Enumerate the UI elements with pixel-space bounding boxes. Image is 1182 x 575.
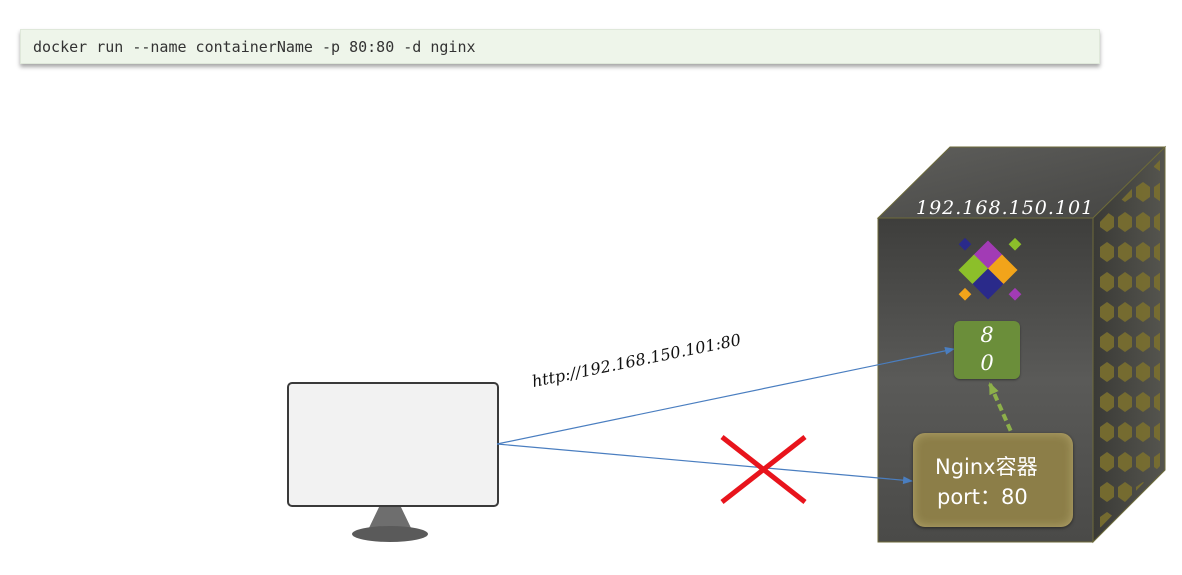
red-x-icon <box>720 435 807 504</box>
container-port-label: port：80 <box>937 485 1028 509</box>
request-arrow-to-container <box>496 443 913 485</box>
server-vent-pattern <box>1098 160 1160 530</box>
monitor-screen <box>287 382 499 507</box>
host-ip-label: 192.168.150.101 <box>916 197 1095 219</box>
monitor-icon <box>287 382 499 542</box>
container-title: Nginx容器 <box>935 455 1038 479</box>
colorful-diamond-logo-icon <box>958 237 1022 301</box>
nginx-container-box: Nginx容器 port：80 <box>913 433 1073 527</box>
host-port-label: 80 <box>980 323 994 375</box>
host-port-box: 80 <box>954 321 1020 379</box>
monitor-base <box>352 526 428 542</box>
